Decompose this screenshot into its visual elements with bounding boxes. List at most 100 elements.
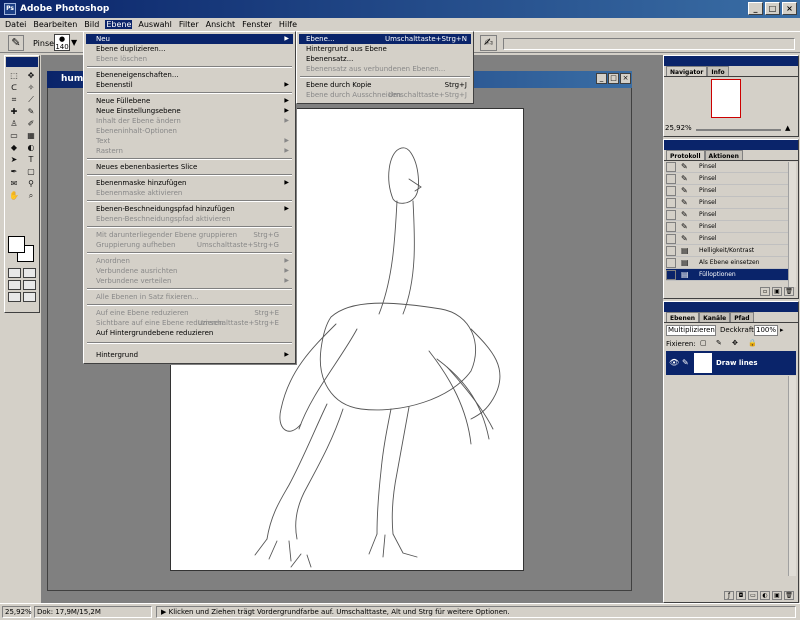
tab-navigator[interactable]: Navigator: [666, 66, 708, 76]
stamp-tool-icon[interactable]: ♙: [6, 118, 22, 129]
opacity-dropdown-icon[interactable]: ▸: [780, 326, 784, 334]
eyedropper-icon[interactable]: ⚲: [23, 178, 39, 189]
menu-auswahl[interactable]: Auswahl: [137, 20, 172, 29]
add-mask-icon[interactable]: ◘: [736, 591, 746, 600]
menu-item-ebenenstil[interactable]: Ebenenstil ▶: [86, 80, 293, 90]
menu-item-neue-fuellebene[interactable]: Neue Füllebene ▶: [86, 96, 293, 106]
quickmask-mode-button[interactable]: [23, 268, 36, 278]
brush-preset-picker[interactable]: ● 140: [54, 34, 70, 51]
menu-bearbeiten[interactable]: Bearbeiten: [32, 20, 78, 29]
lock-all-icon[interactable]: 🔒: [748, 339, 757, 347]
snapshot-checkbox[interactable]: [666, 222, 676, 232]
slice-tool-icon[interactable]: ⟋: [23, 94, 39, 105]
lock-pixels-icon[interactable]: ✎: [716, 339, 722, 347]
zoom-tool-icon[interactable]: ⌕: [23, 190, 39, 201]
brush-tool-icon[interactable]: ✎: [23, 106, 39, 117]
trash-icon[interactable]: 🗑: [784, 591, 794, 600]
history-item-selected[interactable]: ▤ Fülloptionen: [666, 269, 792, 281]
history-item[interactable]: ✎ Pinsel: [666, 161, 792, 173]
menu-datei[interactable]: Datei: [4, 20, 27, 29]
snapshot-checkbox[interactable]: [666, 198, 676, 208]
submenu-item-ebene[interactable]: Ebene... Umschalttaste+Strg+N: [299, 34, 471, 44]
blend-mode-select[interactable]: Multiplizieren: [666, 325, 716, 336]
history-item[interactable]: ✎ Pinsel: [666, 233, 792, 245]
hand-tool-icon[interactable]: ✋: [6, 190, 22, 201]
marquee-tool-icon[interactable]: ⬚: [6, 70, 22, 81]
airbrush-icon[interactable]: ✍: [480, 35, 497, 51]
tab-kanaele[interactable]: Kanäle: [699, 312, 731, 322]
menu-item-ebenenmaske-hinzufuegen[interactable]: Ebenenmaske hinzufügen ▶: [86, 178, 293, 188]
lock-position-icon[interactable]: ✥: [732, 339, 738, 347]
minimize-button[interactable]: _: [748, 2, 763, 15]
adjustment-layer-icon[interactable]: ◐: [760, 591, 770, 600]
screen-mode-standard-button[interactable]: [8, 280, 21, 290]
foreground-color-swatch[interactable]: [8, 236, 25, 253]
lasso-tool-icon[interactable]: ᑕ: [6, 82, 22, 93]
history-item[interactable]: ✎ Pinsel: [666, 197, 792, 209]
menu-filter[interactable]: Filter: [178, 20, 200, 29]
brush-dropdown-icon[interactable]: ▼: [71, 38, 77, 47]
pen-tool-icon[interactable]: ✒: [6, 166, 22, 177]
tab-pfad[interactable]: Pfad: [730, 312, 754, 322]
snapshot-checkbox[interactable]: [666, 270, 676, 280]
doc-close-button[interactable]: ×: [620, 73, 631, 84]
tab-info[interactable]: Info: [707, 66, 729, 76]
brush-tool-icon[interactable]: ✎: [8, 35, 24, 51]
path-select-icon[interactable]: ➤: [6, 154, 22, 165]
history-item[interactable]: ▤ Helligkeit/Kontrast: [666, 245, 792, 257]
status-zoom[interactable]: 25,92%: [2, 606, 32, 618]
tab-ebenen[interactable]: Ebenen: [666, 312, 700, 322]
menu-bild[interactable]: Bild: [83, 20, 100, 29]
snapshot-checkbox[interactable]: [666, 258, 676, 268]
screen-mode-full-menu-button[interactable]: [23, 280, 36, 290]
snapshot-checkbox[interactable]: [666, 234, 676, 244]
layer-row-draw-lines[interactable]: 👁 ✎ Draw lines: [666, 351, 796, 375]
crop-tool-icon[interactable]: ⌗: [6, 94, 22, 105]
menu-item-neue-einstellungsebene[interactable]: Neue Einstellungsebene ▶: [86, 106, 293, 116]
menu-item-neu[interactable]: Neu ▶: [86, 34, 293, 44]
menu-item-ebeneneigenschaften[interactable]: Ebeneneigenschaften...: [86, 70, 293, 80]
layer-style-icon[interactable]: ƒ: [724, 591, 734, 600]
new-snapshot-icon[interactable]: ▣: [772, 287, 782, 296]
menu-item-neues-slice[interactable]: Neues ebenenbasiertes Slice: [86, 162, 293, 172]
blur-tool-icon[interactable]: ◆: [6, 142, 22, 153]
menu-item-ebene-duplizieren[interactable]: Ebene duplizieren...: [86, 44, 293, 54]
submenu-item-ebenensatz[interactable]: Ebenensatz...: [299, 54, 471, 64]
lock-transparency-icon[interactable]: ▢: [700, 339, 707, 347]
zoom-in-icon[interactable]: ▲: [785, 124, 790, 132]
menu-ebene[interactable]: Ebene: [105, 19, 133, 29]
dodge-tool-icon[interactable]: ◐: [23, 142, 39, 153]
maximize-button[interactable]: □: [765, 2, 780, 15]
snapshot-checkbox[interactable]: [666, 246, 676, 256]
visibility-eye-icon[interactable]: 👁: [669, 358, 679, 367]
zoom-slider[interactable]: [696, 129, 781, 131]
screen-mode-full-button[interactable]: [8, 292, 21, 302]
history-item[interactable]: ✎ Pinsel: [666, 209, 792, 221]
gradient-tool-icon[interactable]: ▦: [23, 130, 39, 141]
magic-wand-icon[interactable]: ✧: [23, 82, 39, 93]
layers-scrollbar[interactable]: [788, 376, 796, 576]
navigator-zoom-value[interactable]: 25,92%: [665, 124, 692, 132]
history-item[interactable]: ▤ Als Ebene einsetzen: [666, 257, 792, 269]
snapshot-checkbox[interactable]: [666, 174, 676, 184]
doc-maximize-button[interactable]: □: [608, 73, 619, 84]
menu-hilfe[interactable]: Hilfe: [278, 20, 298, 29]
submenu-item-ebene-durch-kopie[interactable]: Ebene durch Kopie Strg+J: [299, 80, 471, 90]
menu-fenster[interactable]: Fenster: [241, 20, 273, 29]
new-set-icon[interactable]: ▭: [748, 591, 758, 600]
jump-to-imageready-button[interactable]: [23, 292, 36, 302]
history-item[interactable]: ✎ Pinsel: [666, 221, 792, 233]
history-scrollbar[interactable]: [788, 162, 796, 287]
tab-aktionen[interactable]: Aktionen: [704, 150, 743, 160]
menu-ansicht[interactable]: Ansicht: [205, 20, 237, 29]
menu-item-beschneidungspfad-hinzufuegen[interactable]: Ebenen-Beschneidungspfad hinzufügen ▶: [86, 204, 293, 214]
navigator-thumbnail[interactable]: [711, 79, 741, 118]
move-tool-icon[interactable]: ✥: [23, 70, 39, 81]
submenu-item-hintergrund-aus-ebene[interactable]: Hintergrund aus Ebene: [299, 44, 471, 54]
type-tool-icon[interactable]: T: [23, 154, 39, 165]
notes-tool-icon[interactable]: ✉: [6, 178, 22, 189]
trash-icon[interactable]: 🗑: [784, 287, 794, 296]
new-document-from-state-icon[interactable]: ▫: [760, 287, 770, 296]
opacity-input[interactable]: 100%: [754, 325, 778, 336]
menu-item-hintergrundebene-reduzieren[interactable]: Auf Hintergrundebene reduzieren: [86, 328, 293, 338]
